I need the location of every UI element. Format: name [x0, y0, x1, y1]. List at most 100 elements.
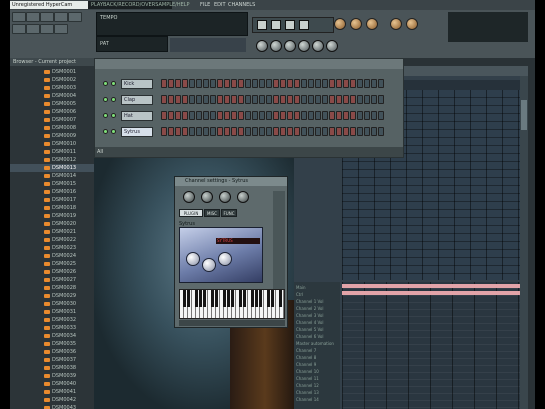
event-item[interactable]: Channel 3 Vol: [294, 312, 340, 319]
browser-item[interactable]: DSM0041: [10, 388, 94, 396]
black-key[interactable]: [259, 290, 262, 307]
step-button[interactable]: [182, 79, 188, 88]
step-button[interactable]: [175, 79, 181, 88]
browser-item[interactable]: DSM0037: [10, 356, 94, 364]
step-button[interactable]: [273, 127, 279, 136]
step-button[interactable]: [343, 95, 349, 104]
black-key[interactable]: [199, 290, 202, 307]
step-button[interactable]: [322, 111, 328, 120]
step-button[interactable]: [294, 111, 300, 120]
black-key[interactable]: [203, 290, 206, 307]
step-button[interactable]: [161, 127, 167, 136]
browser-item[interactable]: DSM0013: [10, 164, 94, 172]
browser-item[interactable]: DSM0007: [10, 116, 94, 124]
step-button[interactable]: [252, 111, 258, 120]
plugin-knob-3[interactable]: [218, 252, 232, 266]
step-button[interactable]: [182, 95, 188, 104]
tool-button-5[interactable]: [68, 12, 82, 22]
browser-item[interactable]: DSM0010: [10, 140, 94, 148]
step-button[interactable]: [364, 95, 370, 104]
step-button[interactable]: [231, 111, 237, 120]
menu-channels[interactable]: CHANNELS: [228, 2, 255, 8]
browser-item[interactable]: DSM0002: [10, 76, 94, 84]
playlist-button-icon[interactable]: [256, 40, 268, 52]
channel-button[interactable]: Kick: [121, 79, 153, 89]
pattern-display[interactable]: PAT: [96, 36, 168, 52]
step-button[interactable]: [210, 95, 216, 104]
browser-item[interactable]: DSM0012: [10, 156, 94, 164]
piano-keyboard[interactable]: [179, 289, 285, 319]
step-button[interactable]: [266, 95, 272, 104]
browser-item[interactable]: DSM0043: [10, 404, 94, 409]
browser-item[interactable]: DSM0015: [10, 180, 94, 188]
event-item[interactable]: Channel 10: [294, 368, 340, 375]
step-button[interactable]: [280, 79, 286, 88]
browser-item[interactable]: DSM0001: [10, 68, 94, 76]
browser-item[interactable]: DSM0003: [10, 84, 94, 92]
step-button[interactable]: [357, 79, 363, 88]
step-button[interactable]: [350, 127, 356, 136]
black-key[interactable]: [223, 290, 226, 307]
step-button[interactable]: [315, 127, 321, 136]
playlist-scroll-thumb[interactable]: [521, 100, 527, 130]
browser-item[interactable]: DSM0038: [10, 364, 94, 372]
step-button[interactable]: [175, 111, 181, 120]
black-key[interactable]: [187, 290, 190, 307]
tool-button-7[interactable]: [26, 24, 40, 34]
event-item[interactable]: Channel 5 Vol: [294, 326, 340, 333]
step-button[interactable]: [175, 127, 181, 136]
step-button[interactable]: [231, 79, 237, 88]
step-button[interactable]: [287, 79, 293, 88]
browser-item[interactable]: DSM0004: [10, 92, 94, 100]
event-item[interactable]: Channel 2 Vol: [294, 305, 340, 312]
step-button[interactable]: [196, 127, 202, 136]
step-button[interactable]: [357, 127, 363, 136]
step-button[interactable]: [294, 79, 300, 88]
step-button[interactable]: [371, 127, 377, 136]
black-key[interactable]: [211, 290, 214, 307]
tab-func[interactable]: FUNC: [221, 209, 237, 217]
step-button[interactable]: [308, 95, 314, 104]
tab-misc[interactable]: MISC: [204, 209, 220, 217]
step-button[interactable]: [315, 79, 321, 88]
step-button[interactable]: [238, 111, 244, 120]
step-button[interactable]: [280, 95, 286, 104]
plugin-knob-2[interactable]: [202, 258, 216, 272]
knob-4[interactable]: [390, 18, 402, 30]
browser-item[interactable]: DSM0020: [10, 220, 94, 228]
event-item[interactable]: Channel 9: [294, 361, 340, 368]
step-button[interactable]: [217, 79, 223, 88]
step-button[interactable]: [238, 95, 244, 104]
pattern-song-toggle[interactable]: [299, 20, 309, 30]
browser-item[interactable]: DSM0005: [10, 100, 94, 108]
black-key[interactable]: [243, 290, 246, 307]
step-button[interactable]: [308, 111, 314, 120]
step-button[interactable]: [161, 111, 167, 120]
step-button[interactable]: [322, 127, 328, 136]
event-item[interactable]: Channel 1 Vol: [294, 298, 340, 305]
step-button[interactable]: [168, 111, 174, 120]
browser-item[interactable]: DSM0036: [10, 348, 94, 356]
step-button[interactable]: [168, 79, 174, 88]
step-button[interactable]: [217, 127, 223, 136]
browser-item[interactable]: DSM0039: [10, 372, 94, 380]
step-button[interactable]: [252, 127, 258, 136]
browser-item[interactable]: DSM0022: [10, 236, 94, 244]
step-button[interactable]: [210, 127, 216, 136]
browser-item[interactable]: DSM0042: [10, 396, 94, 404]
tool-button-2[interactable]: [26, 12, 40, 22]
step-button[interactable]: [210, 111, 216, 120]
browser-item[interactable]: DSM0033: [10, 324, 94, 332]
range-knob[interactable]: [237, 191, 249, 203]
step-button[interactable]: [231, 127, 237, 136]
step-button[interactable]: [168, 95, 174, 104]
step-button[interactable]: [168, 127, 174, 136]
step-button[interactable]: [189, 127, 195, 136]
black-key[interactable]: [215, 290, 218, 307]
step-button[interactable]: [315, 111, 321, 120]
event-item[interactable]: Channel 12: [294, 382, 340, 389]
knob-5[interactable]: [406, 18, 418, 30]
step-button[interactable]: [161, 79, 167, 88]
step-button[interactable]: [273, 111, 279, 120]
step-button[interactable]: [364, 111, 370, 120]
